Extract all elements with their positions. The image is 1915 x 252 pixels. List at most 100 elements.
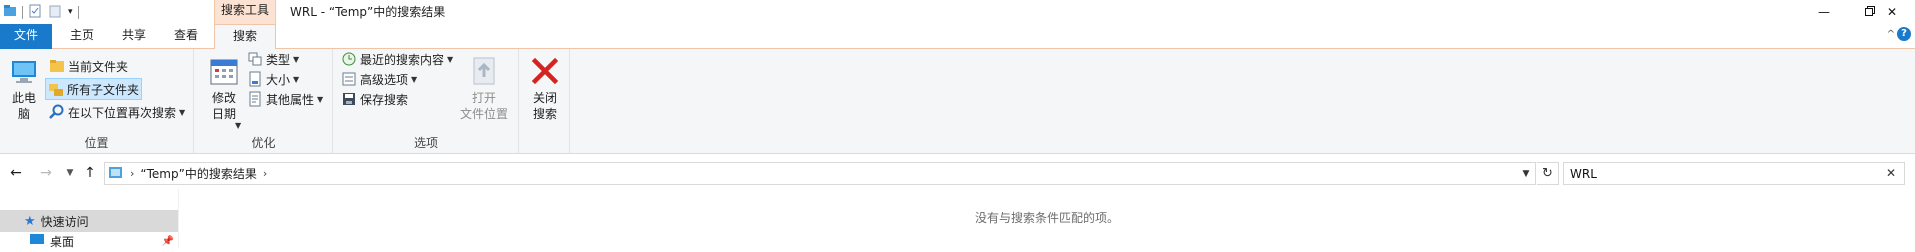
subfolders-icon bbox=[48, 81, 64, 97]
nav-item-quick-access[interactable]: ★ 快速访问 bbox=[0, 210, 178, 232]
folder-icon bbox=[49, 58, 65, 74]
search-results-icon bbox=[108, 164, 124, 183]
kind-icon bbox=[247, 51, 263, 67]
advanced-options-icon bbox=[341, 71, 357, 87]
navigation-pane: ★ 快速访问 桌面 📌 bbox=[0, 189, 178, 249]
advanced-options-button[interactable]: 高级选项 ▼ bbox=[339, 68, 419, 90]
refine-group: 修改 日期 ▼ 类型 ▼ 大小 ▼ 其他属性 ▼ 优化 bbox=[195, 49, 333, 153]
chevron-down-icon: ▼ bbox=[66, 168, 74, 178]
close-search-button[interactable]: 关闭 搜索 bbox=[528, 55, 562, 122]
ribbon-tab-row: 文件 主页 共享 查看 搜索 ^ ? bbox=[0, 24, 1915, 50]
chevron-down-icon: ▼ bbox=[1522, 168, 1530, 179]
search-again-in-button[interactable]: 在以下位置再次搜索 ▼ bbox=[47, 101, 187, 123]
search-tools-group-label: 搜索工具 bbox=[214, 0, 276, 24]
help-icon[interactable]: ? bbox=[1897, 27, 1911, 41]
search-again-label: 在以下位置再次搜索 bbox=[68, 105, 177, 120]
kind-button[interactable]: 类型 ▼ bbox=[245, 48, 301, 70]
tab-share[interactable]: 共享 bbox=[112, 24, 156, 49]
chevron-down-icon: ▼ bbox=[293, 54, 300, 64]
chevron-down-icon: ▼ bbox=[411, 74, 418, 84]
recent-searches-icon bbox=[341, 51, 357, 67]
date-modified-label: 修改 日期 bbox=[211, 91, 236, 121]
minimize-button[interactable]: — bbox=[1801, 0, 1847, 24]
properties-icon[interactable] bbox=[28, 4, 42, 21]
date-modified-dropdown-icon[interactable]: ▼ bbox=[235, 121, 241, 130]
all-subfolders-label: 所有子文件夹 bbox=[67, 82, 140, 97]
minimize-ribbon-icon[interactable]: ^ bbox=[1887, 29, 1895, 40]
open-location-icon bbox=[473, 57, 495, 85]
options-group-label: 选项 bbox=[413, 136, 438, 150]
desktop-icon bbox=[30, 233, 44, 249]
refresh-icon: ↻ bbox=[1542, 166, 1553, 181]
save-search-label: 保存搜索 bbox=[360, 92, 409, 107]
quick-access-toolbar: ▾ bbox=[0, 2, 84, 22]
this-pc-button[interactable]: 此电 脑 bbox=[8, 55, 40, 122]
other-properties-button[interactable]: 其他属性 ▼ bbox=[245, 88, 325, 110]
tab-search[interactable]: 搜索 bbox=[214, 24, 276, 50]
search-input[interactable] bbox=[1570, 166, 1870, 181]
size-icon bbox=[247, 71, 263, 87]
tab-view[interactable]: 查看 bbox=[164, 24, 208, 49]
location-group-label: 位置 bbox=[84, 136, 109, 150]
breadcrumb-chevron-icon[interactable]: › bbox=[263, 167, 267, 180]
up-button[interactable]: ↑ bbox=[80, 163, 100, 183]
refresh-button[interactable]: ↻ bbox=[1537, 162, 1559, 185]
current-folder-button[interactable]: 当前文件夹 bbox=[47, 55, 130, 77]
recent-searches-label: 最近的搜索内容 bbox=[360, 52, 445, 67]
quick-access-label: 快速访问 bbox=[40, 214, 89, 229]
other-properties-label: 其他属性 bbox=[266, 92, 315, 107]
computer-icon bbox=[12, 61, 36, 83]
search-box[interactable]: ✕ bbox=[1563, 162, 1905, 185]
close-group: 关闭 搜索 bbox=[520, 49, 570, 153]
tab-file[interactable]: 文件 bbox=[0, 24, 52, 49]
star-icon: ★ bbox=[24, 213, 36, 229]
empty-results-message: 没有与搜索条件匹配的项。 bbox=[974, 211, 1119, 225]
pin-icon[interactable]: 📌 bbox=[162, 236, 174, 247]
chevron-down-icon: ▼ bbox=[317, 94, 324, 104]
address-dropdown-button[interactable]: ▼ bbox=[1516, 162, 1536, 185]
options-group: 最近的搜索内容 ▼ 高级选项 ▼ 保存搜索 打开 文件位置 选项 bbox=[334, 49, 519, 153]
current-folder-label: 当前文件夹 bbox=[68, 59, 129, 74]
refine-group-label: 优化 bbox=[251, 136, 276, 150]
ribbon-panel: 此电 脑 当前文件夹 所有子文件夹 在以下位置再次搜索 ▼ 位置 修改 日期 ▼ bbox=[0, 49, 1915, 154]
kind-label: 类型 bbox=[266, 52, 291, 67]
arrow-up-icon: ↑ bbox=[84, 165, 96, 181]
clear-search-icon[interactable]: ✕ bbox=[1886, 166, 1896, 180]
save-icon bbox=[341, 91, 357, 107]
navigation-bar: ← → ▼ ↑ › “Temp”中的搜索结果 › ▼ ↻ ✕ bbox=[0, 157, 1915, 189]
location-group: 此电 脑 当前文件夹 所有子文件夹 在以下位置再次搜索 ▼ 位置 bbox=[0, 49, 194, 153]
open-file-location-button[interactable]: 打开 文件位置 bbox=[456, 55, 512, 122]
recent-searches-button[interactable]: 最近的搜索内容 ▼ bbox=[339, 48, 455, 70]
desktop-label: 桌面 bbox=[50, 234, 75, 249]
tab-home[interactable]: 主页 bbox=[60, 24, 104, 49]
title-bar: ▾ 搜索工具 WRL - “Temp”中的搜索结果 — ✕ bbox=[0, 0, 1915, 24]
properties-doc-icon bbox=[247, 91, 263, 107]
close-icon: ✕ bbox=[1886, 5, 1898, 19]
file-list[interactable]: 没有与搜索条件匹配的项。 bbox=[178, 189, 1915, 248]
date-modified-button[interactable]: 修改 日期 bbox=[206, 55, 242, 122]
save-search-button[interactable]: 保存搜索 bbox=[339, 88, 410, 110]
size-button[interactable]: 大小 ▼ bbox=[245, 68, 301, 90]
breadcrumb-current[interactable]: “Temp”中的搜索结果 bbox=[140, 165, 256, 182]
recent-locations-button[interactable]: ▼ bbox=[60, 163, 80, 183]
search-again-icon bbox=[49, 104, 65, 120]
forward-button[interactable]: → bbox=[36, 163, 56, 183]
close-window-button[interactable]: ✕ bbox=[1869, 0, 1915, 24]
advanced-options-label: 高级选项 bbox=[360, 72, 409, 87]
back-button[interactable]: ← bbox=[6, 163, 26, 183]
this-pc-label: 此电 脑 bbox=[11, 91, 36, 121]
all-subfolders-button[interactable]: 所有子文件夹 bbox=[45, 78, 143, 100]
close-search-label: 关闭 搜索 bbox=[532, 91, 557, 121]
chevron-down-icon: ▼ bbox=[179, 107, 186, 117]
breadcrumb-chevron-icon[interactable]: › bbox=[130, 167, 134, 180]
nav-item-desktop[interactable]: 桌面 📌 bbox=[0, 230, 178, 252]
address-bar[interactable]: › “Temp”中的搜索结果 › bbox=[104, 162, 1536, 185]
size-label: 大小 bbox=[266, 72, 291, 87]
explorer-app-icon[interactable] bbox=[3, 4, 17, 21]
new-folder-icon[interactable] bbox=[48, 4, 62, 21]
close-search-icon bbox=[531, 57, 559, 85]
minimize-icon: — bbox=[1818, 5, 1830, 19]
arrow-left-icon: ← bbox=[10, 165, 22, 181]
calendar-icon bbox=[210, 59, 238, 85]
customize-qat-icon[interactable]: ▾ bbox=[68, 7, 73, 17]
